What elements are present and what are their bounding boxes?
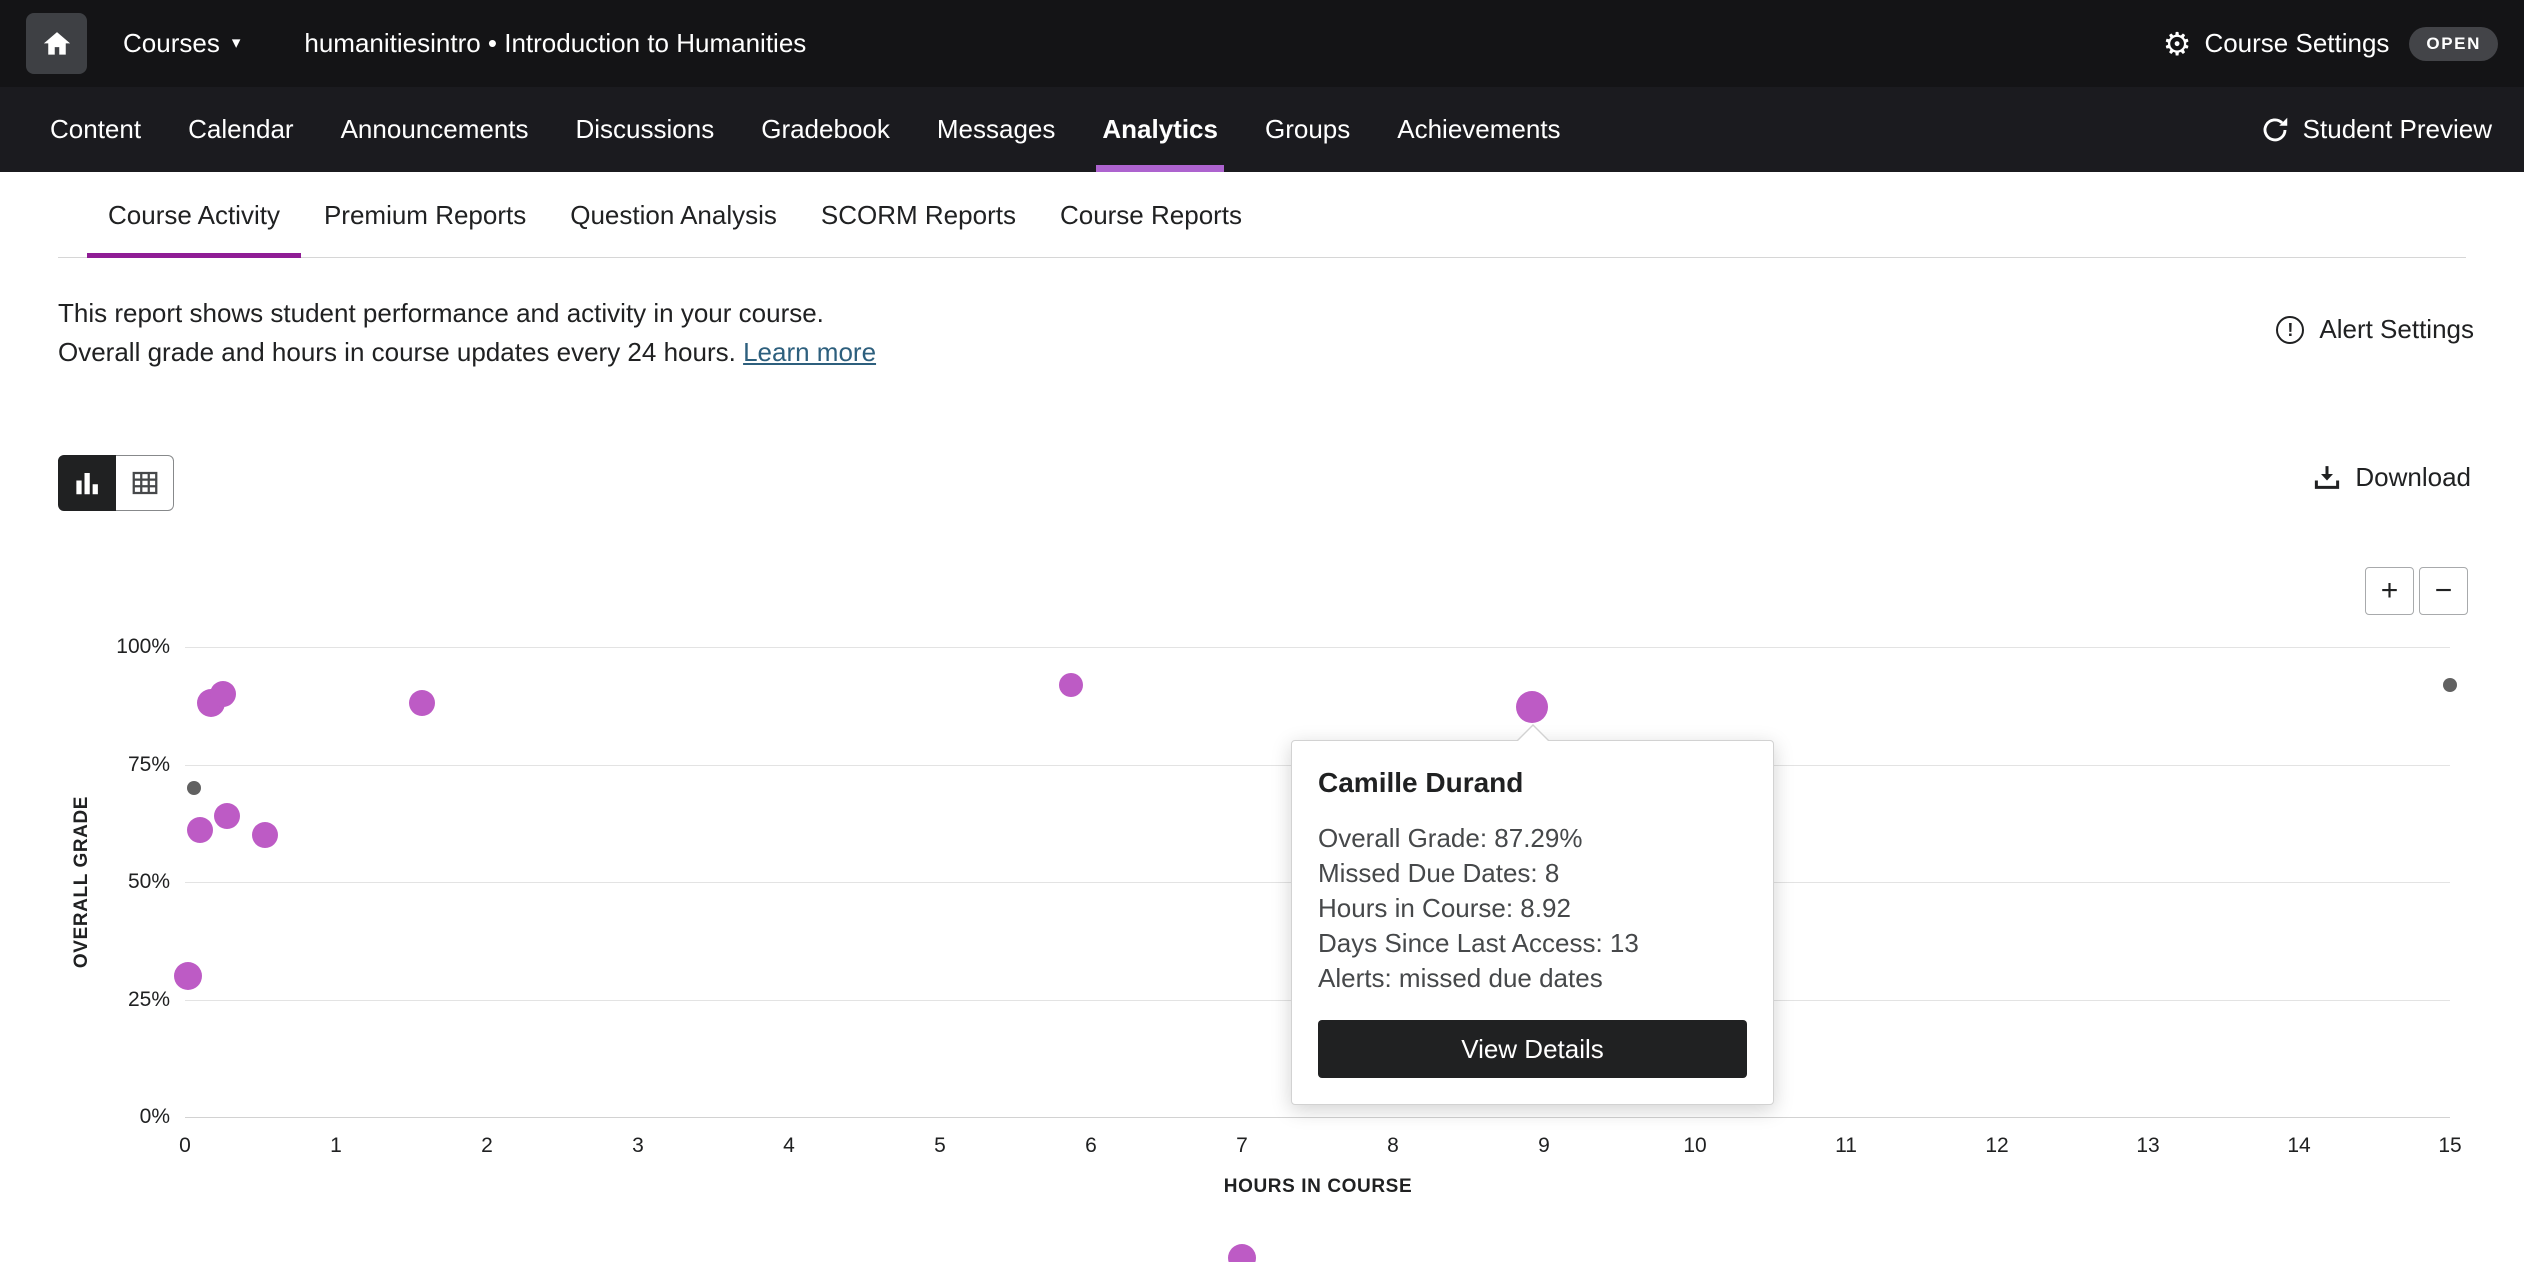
course-settings-button[interactable]: ⚙ Course Settings	[2163, 28, 2390, 60]
download-label: Download	[2355, 462, 2471, 493]
report-description-line1: This report shows student performance an…	[58, 294, 876, 333]
chevron-down-icon: ▾	[232, 35, 241, 52]
x-tick-label: 3	[603, 1134, 673, 1158]
tooltip-alerts: Alerts: missed due dates	[1318, 961, 1747, 996]
data-point[interactable]	[2443, 678, 2457, 692]
x-tick-label: 5	[905, 1134, 975, 1158]
y-tick-label: 100%	[82, 635, 170, 659]
tab-question-analysis[interactable]: Question Analysis	[570, 172, 777, 258]
x-tick-label: 8	[1358, 1134, 1428, 1158]
table-view-button[interactable]	[116, 455, 174, 511]
nav-item-groups[interactable]: Groups	[1265, 87, 1350, 172]
nav-item-calendar[interactable]: Calendar	[188, 87, 294, 172]
home-icon	[42, 29, 72, 59]
alert-icon: !	[2276, 316, 2304, 344]
analytics-subtabs: Course Activity Premium Reports Question…	[0, 172, 2524, 258]
highlighted-data-point[interactable]	[1516, 691, 1548, 723]
learn-more-link[interactable]: Learn more	[743, 337, 876, 367]
course-navbar: Content Calendar Announcements Discussio…	[0, 87, 2524, 172]
zoom-in-button[interactable]: +	[2365, 567, 2414, 615]
data-point[interactable]	[252, 822, 278, 848]
report-description-line2: Overall grade and hours in course update…	[58, 333, 876, 372]
tooltip-days-since-access: Days Since Last Access: 13	[1318, 926, 1747, 961]
x-tick-label: 15	[2415, 1134, 2485, 1158]
y-tick-label: 0%	[82, 1105, 170, 1129]
chart-view-button[interactable]	[58, 455, 116, 511]
zoom-out-button[interactable]: −	[2419, 567, 2468, 615]
zoom-controls: + −	[2365, 567, 2468, 615]
course-status-badge: OPEN	[2409, 27, 2498, 61]
topbar-right: ⚙ Course Settings OPEN	[2163, 27, 2498, 61]
alert-settings-label: Alert Settings	[2319, 314, 2474, 345]
x-tick-label: 1	[301, 1134, 371, 1158]
view-toggle-group	[58, 455, 174, 511]
nav-item-announcements[interactable]: Announcements	[341, 87, 529, 172]
x-tick-label: 4	[754, 1134, 824, 1158]
download-button[interactable]: Download	[2312, 462, 2471, 493]
x-axis-title: HOURS IN COURSE	[1224, 1176, 1412, 1198]
courses-menu-button[interactable]: Courses ▾	[123, 28, 240, 59]
x-tick-label: 9	[1509, 1134, 1579, 1158]
nav-item-messages[interactable]: Messages	[937, 87, 1056, 172]
tooltip-hours-in-course: Hours in Course: 8.92	[1318, 891, 1747, 926]
data-point[interactable]	[409, 690, 435, 716]
gridline	[185, 1117, 2450, 1118]
nav-item-analytics[interactable]: Analytics	[1102, 87, 1218, 172]
y-tick-label: 50%	[82, 870, 170, 894]
download-icon	[2312, 463, 2342, 493]
student-preview-label: Student Preview	[2303, 114, 2492, 145]
x-tick-label: 12	[1962, 1134, 2032, 1158]
tab-course-reports[interactable]: Course Reports	[1060, 172, 1242, 258]
x-tick-label: 14	[2264, 1134, 2334, 1158]
x-tick-label: 0	[150, 1134, 220, 1158]
tab-course-activity[interactable]: Course Activity	[108, 172, 280, 258]
y-tick-label: 25%	[82, 988, 170, 1012]
data-point[interactable]	[187, 781, 201, 795]
breadcrumb: humanitiesintro • Introduction to Humani…	[304, 28, 806, 59]
nav-item-discussions[interactable]: Discussions	[576, 87, 715, 172]
tab-premium-reports[interactable]: Premium Reports	[324, 172, 526, 258]
x-tick-label: 7	[1207, 1134, 1277, 1158]
gridline	[185, 647, 2450, 648]
gear-icon: ⚙	[2163, 28, 2192, 60]
tab-scorm-reports[interactable]: SCORM Reports	[821, 172, 1016, 258]
data-point[interactable]	[187, 817, 213, 843]
report-description: This report shows student performance an…	[58, 294, 876, 372]
data-point[interactable]	[1228, 1244, 1256, 1262]
tooltip-overall-grade: Overall Grade: 87.29%	[1318, 821, 1747, 856]
home-button[interactable]	[26, 13, 87, 74]
data-point[interactable]	[214, 803, 240, 829]
bar-chart-icon	[72, 468, 102, 498]
nav-item-gradebook[interactable]: Gradebook	[761, 87, 890, 172]
topbar: Courses ▾ humanitiesintro • Introduction…	[0, 0, 2524, 87]
tooltip-missed-due-dates: Missed Due Dates: 8	[1318, 856, 1747, 891]
x-tick-label: 11	[1811, 1134, 1881, 1158]
student-preview-button[interactable]: Student Preview	[2260, 87, 2492, 172]
data-point[interactable]	[210, 681, 236, 707]
course-settings-label: Course Settings	[2204, 28, 2389, 59]
data-point[interactable]	[174, 962, 202, 990]
nav-item-content[interactable]: Content	[50, 87, 141, 172]
y-tick-label: 75%	[82, 753, 170, 777]
table-icon	[130, 468, 160, 498]
data-point[interactable]	[1059, 673, 1083, 697]
x-tick-label: 10	[1660, 1134, 1730, 1158]
tooltip-student-name: Camille Durand	[1318, 767, 1747, 799]
x-tick-label: 2	[452, 1134, 522, 1158]
alert-settings-button[interactable]: ! Alert Settings	[2276, 314, 2474, 345]
student-preview-icon	[2260, 115, 2290, 145]
x-tick-label: 6	[1056, 1134, 1126, 1158]
student-tooltip: Camille Durand Overall Grade: 87.29% Mis…	[1291, 740, 1774, 1105]
courses-label: Courses	[123, 28, 220, 59]
x-tick-label: 13	[2113, 1134, 2183, 1158]
view-details-button[interactable]: View Details	[1318, 1020, 1747, 1078]
nav-item-achievements[interactable]: Achievements	[1397, 87, 1560, 172]
